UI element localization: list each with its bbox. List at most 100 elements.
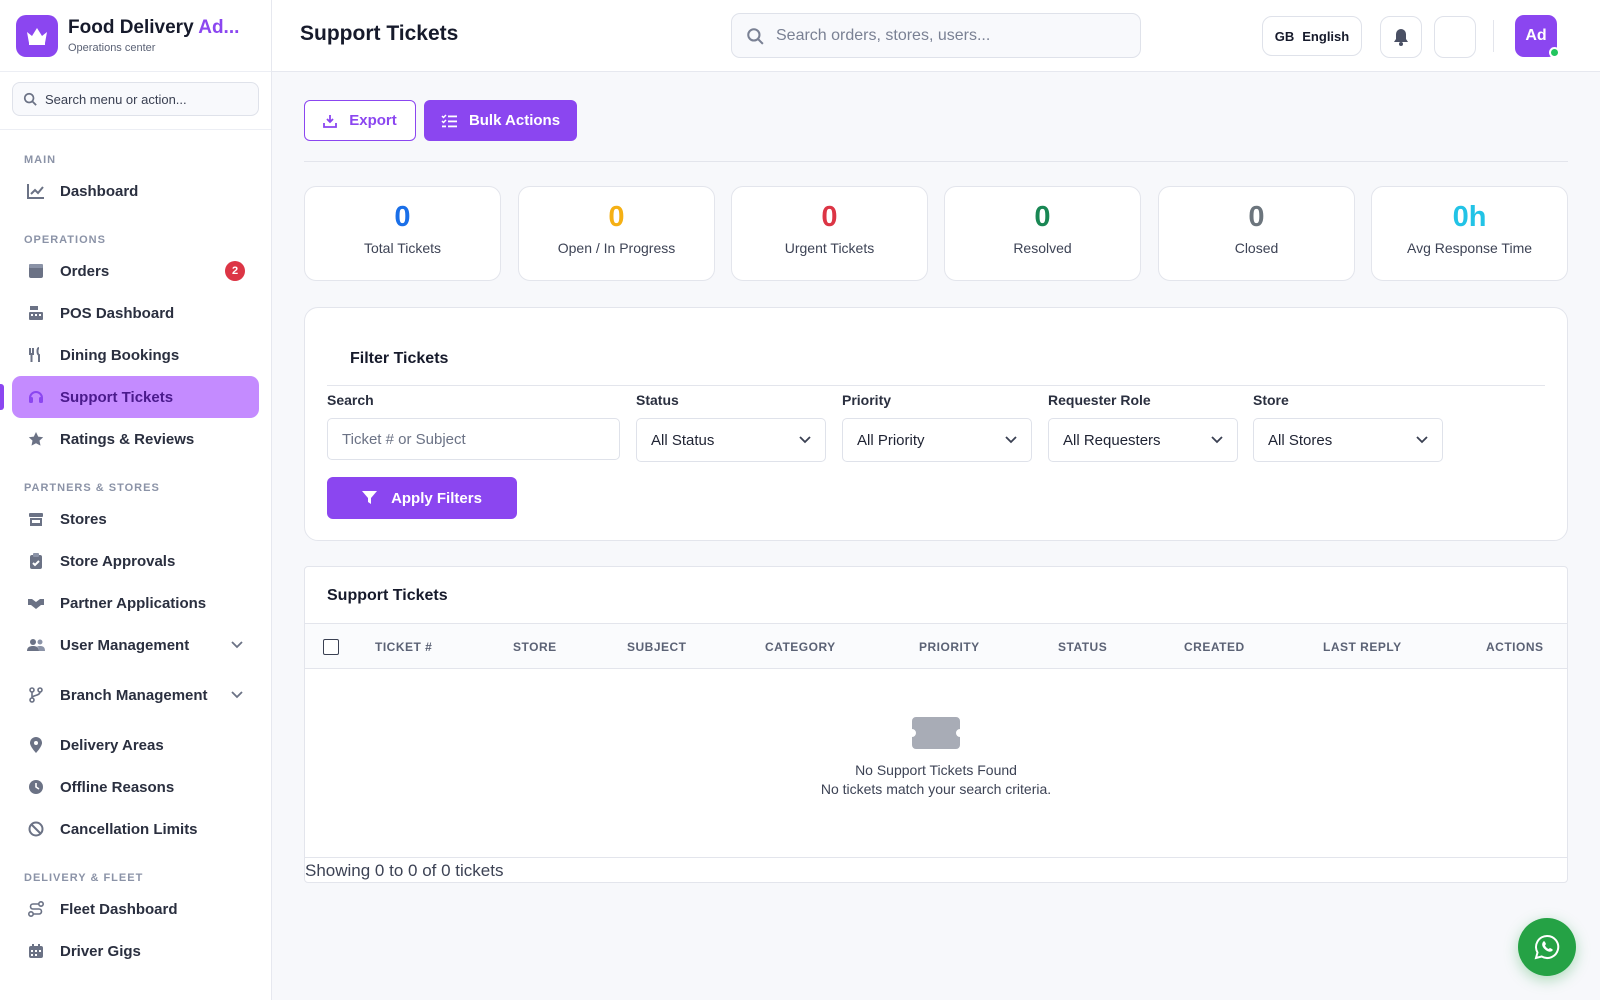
cash-register-icon [26, 305, 46, 321]
top-header: Support Tickets Search orders, stores, u… [272, 0, 1600, 72]
sidebar-item-driver-gigs[interactable]: Driver Gigs [12, 930, 259, 972]
ticket-search-input[interactable]: Ticket # or Subject [327, 418, 620, 460]
star-icon [26, 431, 46, 447]
stat-label: Open / In Progress [557, 240, 676, 256]
column-header[interactable]: CATEGORY [765, 640, 836, 654]
requester-role-select[interactable]: All Requesters [1048, 418, 1238, 462]
section-operations: OPERATIONS [24, 234, 106, 246]
empty-state: No Support Tickets Found No tickets matc… [305, 717, 1567, 799]
column-header[interactable]: STORE [513, 640, 557, 654]
sidebar-item-branch-management[interactable]: Branch Management [12, 674, 259, 716]
apply-filters-button[interactable]: Apply Filters [327, 477, 517, 519]
notifications-button[interactable] [1380, 16, 1422, 58]
select-all-checkbox[interactable] [323, 639, 339, 655]
section-partners: PARTNERS & STORES [24, 482, 160, 494]
stat-label: Total Tickets [363, 240, 442, 256]
priority-label: Priority [842, 392, 892, 408]
divider [305, 857, 1567, 858]
search-label: Search [327, 392, 374, 408]
handshake-icon [26, 596, 46, 610]
chevron-down-icon [231, 691, 243, 699]
stat-card-response-time: 0h Avg Response Time [1371, 186, 1568, 281]
empty-subtitle: No tickets match your search criteria. [820, 781, 1052, 797]
sidebar-item-partner-applications[interactable]: Partner Applications [12, 582, 259, 624]
stat-card-urgent: 0 Urgent Tickets [731, 186, 928, 281]
sidebar-item-delivery-areas[interactable]: Delivery Areas [12, 724, 259, 766]
bulk-actions-button[interactable]: Bulk Actions [424, 100, 577, 141]
stat-label: Avg Response Time [1406, 240, 1533, 256]
column-header[interactable]: CREATED [1184, 640, 1245, 654]
column-header[interactable]: LAST REPLY [1323, 640, 1402, 654]
filter-title: Filter Tickets [350, 350, 449, 367]
column-header: ACTIONS [1486, 640, 1544, 654]
sidebar-search-input[interactable]: Search menu or action... [12, 82, 259, 116]
route-icon [26, 901, 46, 917]
sidebar-item-dashboard[interactable]: Dashboard [12, 170, 259, 212]
stat-value: 0 [394, 201, 411, 233]
whatsapp-icon [1534, 934, 1560, 960]
sidebar-item-offline-reasons[interactable]: Offline Reasons [12, 766, 259, 808]
sidebar-item-fleet-dashboard[interactable]: Fleet Dashboard [12, 888, 259, 930]
clock-icon [26, 779, 46, 795]
export-button[interactable]: Export [304, 100, 416, 141]
sidebar-item-ratings[interactable]: Ratings & Reviews [12, 418, 259, 460]
download-icon [323, 114, 338, 128]
search-icon [23, 92, 37, 106]
tickets-table-card: Support Tickets TICKET # STORE SUBJECT C… [304, 566, 1568, 883]
column-header[interactable]: PRIORITY [919, 640, 980, 654]
stat-label: Resolved [1013, 240, 1072, 256]
sidebar-item-user-management[interactable]: User Management [12, 624, 259, 666]
divider [327, 385, 1545, 386]
brand-title: Food Delivery Ad... [68, 17, 240, 38]
filter-card: Filter Tickets Search Ticket # or Subjec… [304, 307, 1568, 541]
section-main: MAIN [24, 154, 57, 166]
sidebar-item-stores[interactable]: Stores [12, 498, 259, 540]
global-search-input[interactable]: Search orders, stores, users... [731, 13, 1141, 58]
section-fleet: DELIVERY & FLEET [24, 872, 144, 884]
crown-logo-icon [16, 14, 58, 57]
priority-select[interactable]: All Priority [842, 418, 1032, 462]
sidebar-item-pos[interactable]: POS Dashboard [12, 292, 259, 334]
chevron-down-icon [1005, 436, 1017, 444]
column-header[interactable]: STATUS [1058, 640, 1107, 654]
stat-card-total: 0 Total Tickets [304, 186, 501, 281]
sidebar: Food Delivery Ad... Operations center Se… [0, 0, 272, 1000]
map-pin-icon [26, 737, 46, 753]
stat-value: 0 [821, 201, 838, 233]
chevron-down-icon [1211, 436, 1223, 444]
chevron-down-icon [231, 641, 243, 649]
status-select[interactable]: All Status [636, 418, 826, 462]
user-avatar[interactable]: Ad [1515, 15, 1560, 58]
sidebar-item-orders[interactable]: Orders 2 [12, 250, 259, 292]
theme-toggle-button[interactable] [1434, 16, 1476, 58]
calendar-icon [26, 943, 46, 959]
page-title: Support Tickets [300, 22, 459, 45]
ticket-icon [912, 717, 960, 749]
empty-title: No Support Tickets Found [855, 762, 1017, 778]
sidebar-item-dining[interactable]: Dining Bookings [12, 334, 259, 376]
column-header[interactable]: TICKET # [375, 640, 432, 654]
language-code: GB [1274, 28, 1295, 44]
sidebar-item-cancellation-limits[interactable]: Cancellation Limits [12, 808, 259, 850]
brand[interactable]: Food Delivery Ad... Operations center [0, 0, 271, 72]
column-header[interactable]: SUBJECT [627, 640, 687, 654]
clipboard-check-icon [26, 553, 46, 569]
stat-card-open: 0 Open / In Progress [518, 186, 715, 281]
sidebar-item-support-tickets[interactable]: Support Tickets [0, 376, 259, 418]
store-select[interactable]: All Stores [1253, 418, 1443, 462]
whatsapp-chat-button[interactable] [1518, 918, 1576, 976]
list-check-icon [441, 113, 457, 127]
divider [304, 161, 1568, 162]
store-icon [26, 511, 46, 527]
stat-value: 0 [1248, 201, 1265, 233]
sidebar-item-store-approvals[interactable]: Store Approvals [12, 540, 259, 582]
header-divider [1493, 20, 1494, 52]
status-label: Status [636, 392, 679, 408]
bell-icon [1394, 29, 1408, 46]
language-selector[interactable]: GB English [1262, 16, 1362, 56]
table-title: Support Tickets [327, 587, 448, 604]
stat-value: 0 [608, 201, 625, 233]
language-label: English [1302, 28, 1350, 44]
box-icon [26, 263, 46, 279]
search-icon [747, 27, 764, 45]
